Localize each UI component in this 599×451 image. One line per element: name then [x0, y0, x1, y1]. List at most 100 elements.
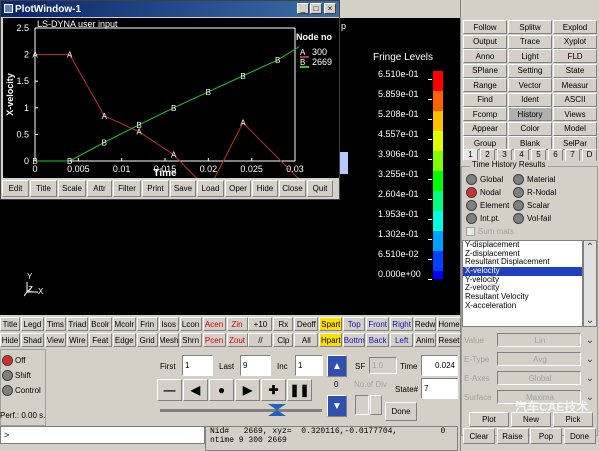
menu-right-button[interactable]: Right — [390, 317, 414, 331]
menu-view-button[interactable]: View — [44, 333, 66, 347]
fringe-level-label: 6.510e-01 — [378, 69, 419, 79]
fringe-level-label: 2.604e-01 — [378, 189, 419, 199]
menu--button[interactable]: // — [248, 333, 273, 347]
speed-up-icon[interactable]: ▲ — [327, 355, 347, 377]
inc-label: Inc — [277, 362, 288, 371]
menu-triad-button[interactable]: Triad — [66, 317, 88, 331]
plot-edit-button[interactable]: Edit — [2, 180, 29, 197]
sf-field[interactable]: 1.0 — [369, 357, 397, 374]
menu-shrn-button[interactable]: Shrn — [179, 333, 202, 347]
minus-icon[interactable]: — — [157, 379, 182, 401]
plot-load-button[interactable]: Load — [197, 180, 224, 197]
menu-acen-button[interactable]: Acen — [202, 317, 226, 331]
menu-back-button[interactable]: Back — [366, 333, 390, 347]
plot-scale-button[interactable]: Scale — [58, 180, 86, 197]
plot-window-icon — [4, 4, 13, 13]
menu-tims-button[interactable]: Tims — [44, 317, 66, 331]
plot-close-button[interactable]: Close — [279, 180, 306, 197]
menu-spart-button[interactable]: Spart — [319, 317, 343, 331]
fringe-color-band — [433, 131, 443, 151]
menu-bcolr-button[interactable]: Bcolr — [88, 317, 112, 331]
menu-front-button[interactable]: Front — [366, 317, 390, 331]
menu-pcen-button[interactable]: Pcen — [202, 333, 226, 347]
fringe-color-band — [433, 191, 443, 211]
time-slider-track[interactable] — [160, 409, 322, 412]
plot-window-titlebar[interactable]: PlotWindow-1 — [1, 1, 339, 17]
pause-icon[interactable]: ❚❚ — [287, 379, 312, 401]
plot-oper-button[interactable]: Oper — [225, 180, 251, 197]
menu-edge-button[interactable]: Edge — [112, 333, 136, 347]
menu-bottm-button[interactable]: Bottm — [343, 333, 366, 347]
plot-filter-button[interactable]: Filter — [113, 180, 141, 197]
menu-deoff-button[interactable]: Deoff — [294, 317, 319, 331]
speed-down-icon[interactable]: ▼ — [327, 395, 347, 417]
plot-save-button[interactable]: Save — [170, 180, 196, 197]
menu-rx-button[interactable]: Rx — [273, 317, 294, 331]
fringe-level-label: 3.906e-01 — [378, 149, 419, 159]
fringe-color-band — [433, 71, 443, 91]
play-backward-icon[interactable]: ◀ — [183, 379, 208, 401]
plot-title-button[interactable]: Title — [30, 180, 57, 197]
menu-reset-button[interactable]: Reset — [437, 333, 462, 347]
menu-all-button[interactable]: All — [294, 333, 319, 347]
fringe-tick — [428, 239, 432, 240]
plot-hide-button[interactable]: Hide — [252, 180, 278, 197]
menu-hpart-button[interactable]: Hpart — [319, 333, 343, 347]
menu-feat-button[interactable]: Feat — [88, 333, 112, 347]
menu-mesh-button[interactable]: Mesh — [158, 333, 179, 347]
close-icon[interactable]: × — [324, 3, 336, 14]
menu-10-button[interactable]: +10 — [248, 317, 273, 331]
message-line-1: Nid# 2669, xyz= 0.320116,-0.0177704, 0 — [210, 427, 446, 436]
menu-isos-button[interactable]: Isos — [158, 317, 179, 331]
legend-marker: B — [300, 58, 305, 67]
fringe-level-label: 1.953e-01 — [378, 209, 419, 219]
maximize-icon[interactable]: □ — [310, 3, 322, 14]
menu-frin-button[interactable]: Frin — [136, 317, 158, 331]
menu-left-button[interactable]: Left — [390, 333, 414, 347]
stop-icon[interactable]: ● — [209, 379, 234, 401]
plot-title: LS-DYNA user input — [37, 19, 118, 29]
no-of-div-toggle[interactable] — [370, 395, 382, 415]
command-prompt[interactable]: > — [0, 426, 205, 444]
menu-lcon-button[interactable]: Lcon — [179, 317, 202, 331]
menu-redw-button[interactable]: Redw — [414, 317, 437, 331]
state-field[interactable]: 7 — [421, 378, 458, 399]
menu-mcolr-button[interactable]: Mcolr — [112, 317, 136, 331]
menu-shad-button[interactable]: Shad — [20, 333, 44, 347]
legend-header: Node no — [296, 32, 332, 42]
anim-done-button[interactable]: Done — [385, 402, 417, 421]
xy-plot-area[interactable]: 0 0.005 0.01 0.015 0.02 0.025 0.03 0 0.5 1 1.5 2 2.5… — [3, 18, 339, 195]
menu-legd-button[interactable]: Legd — [20, 317, 44, 331]
plot-print-button[interactable]: Print — [142, 180, 169, 197]
fringe-color-band — [433, 231, 443, 251]
y-tick-label: 2 — [24, 50, 29, 60]
menu-hide-button[interactable]: Hide — [0, 333, 20, 347]
minimize-icon[interactable]: _ — [297, 3, 309, 14]
anim-radio-control[interactable] — [2, 385, 13, 396]
no-of-div-field[interactable] — [355, 395, 369, 415]
menu-zin-button[interactable]: Zin — [226, 317, 248, 331]
series-point-2669: B — [240, 72, 245, 81]
time-field[interactable]: 0.024 — [421, 355, 458, 376]
inc-field[interactable]: 1 — [295, 355, 323, 376]
menu-title-button[interactable]: Title — [0, 317, 20, 331]
plus-icon[interactable]: ✚ — [261, 379, 286, 401]
plot-quit-button[interactable]: Quit — [307, 180, 333, 197]
menu-top-button[interactable]: Top — [343, 317, 366, 331]
plot-window[interactable]: PlotWindow-1 _ □ × 0 0.005 0.01 0.015 0.02 0.… — [0, 0, 340, 200]
anim-radio-shift[interactable] — [2, 370, 13, 381]
plot-attr-button[interactable]: Attr — [87, 180, 112, 197]
y-tick-label: 0.5 — [16, 129, 29, 139]
menu-wire-button[interactable]: Wire — [66, 333, 88, 347]
first-field[interactable]: 1 — [182, 355, 213, 376]
last-field[interactable]: 9 — [240, 355, 271, 376]
menu-zout-button[interactable]: Zout — [226, 333, 248, 347]
legend-marker: A — [300, 48, 306, 57]
play-forward-icon[interactable]: ▶ — [235, 379, 260, 401]
menu-clp-button[interactable]: Clp — [273, 333, 294, 347]
menu-grid-button[interactable]: Grid — [136, 333, 158, 347]
menu-home-button[interactable]: Home — [437, 317, 462, 331]
anim-radio-off[interactable] — [2, 355, 13, 366]
state-label: State# — [395, 385, 419, 394]
menu-anim-button[interactable]: Anim — [414, 333, 437, 347]
